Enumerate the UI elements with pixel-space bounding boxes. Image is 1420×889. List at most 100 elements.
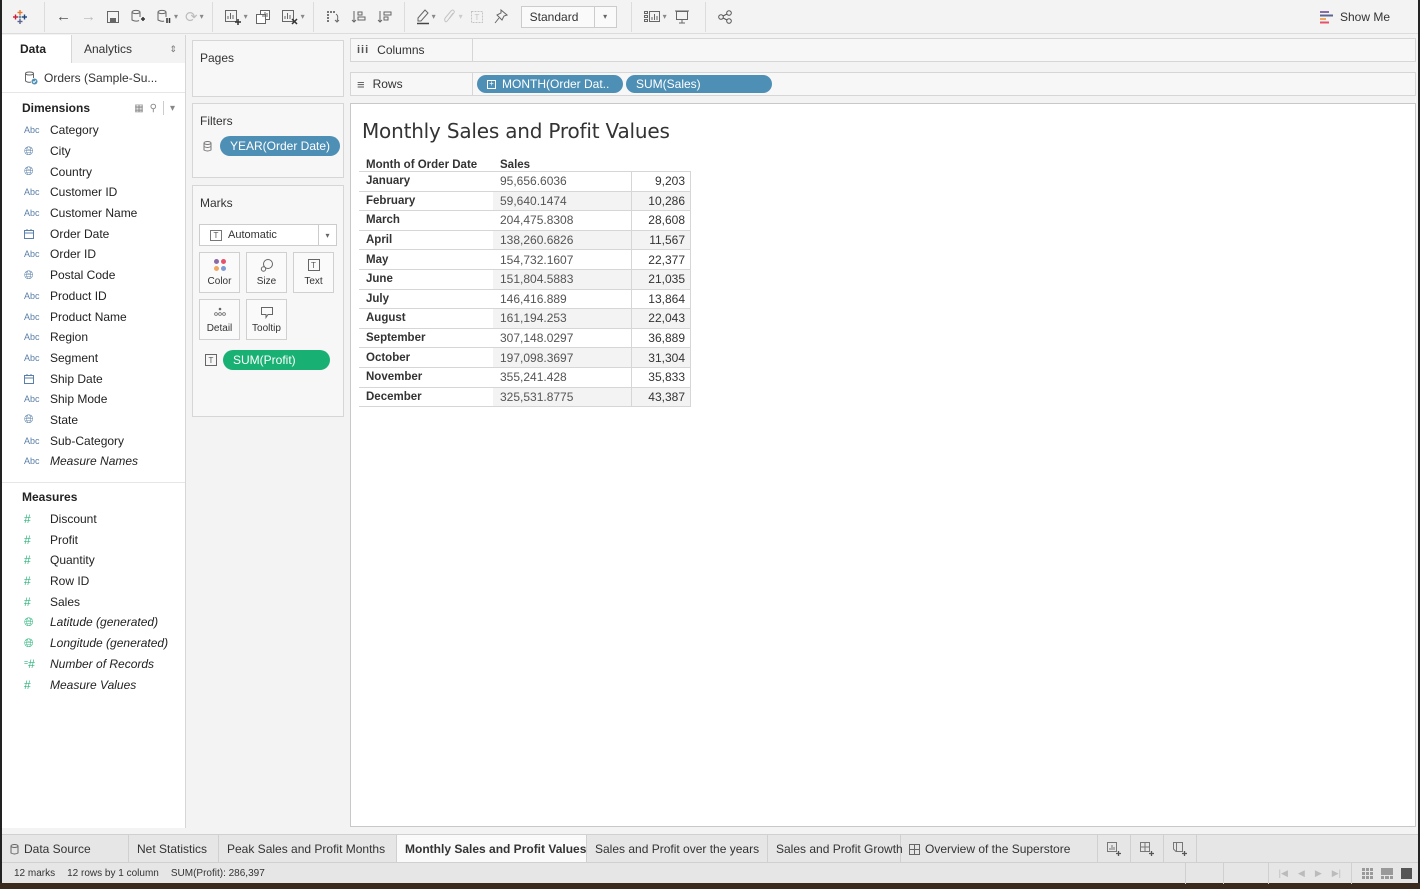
dimensions-menu-caret-icon[interactable]: ▾ — [170, 103, 175, 114]
prev-sheet-icon[interactable]: ◀ — [1298, 868, 1305, 879]
cell-profit[interactable]: 35,833 — [631, 367, 691, 387]
tab-analytics[interactable]: Analytics ⇕ — [71, 35, 185, 63]
cell-month[interactable]: February — [359, 195, 493, 207]
cell-month[interactable]: June — [359, 273, 493, 285]
show-cards-caret-icon[interactable]: ▾ — [663, 12, 667, 21]
new-worksheet-icon[interactable] — [219, 0, 247, 34]
cell-sales[interactable]: 95,656.6036 — [493, 172, 631, 191]
cell-month[interactable]: September — [359, 332, 493, 344]
cell-profit[interactable]: 9,203 — [631, 172, 691, 191]
marks-text-button[interactable]: T Text — [293, 252, 334, 293]
mark-type-select[interactable]: T Automatic ▾ — [199, 224, 337, 246]
field-number-of-records[interactable]: = # Number of Records — [2, 654, 185, 675]
sheet-tab-sales-and-profit-over-the-years[interactable]: Sales and Profit over the years — [587, 835, 768, 863]
text-encoding-icon[interactable]: T — [205, 354, 217, 366]
field-ship-mode[interactable]: Abc Ship Mode — [2, 389, 185, 410]
new-worksheet-tab-icon[interactable] — [1098, 835, 1131, 863]
field-country[interactable]: 🌐︎ Country — [2, 161, 185, 182]
cell-sales[interactable]: 59,640.1474 — [493, 191, 631, 211]
pages-card[interactable]: Pages — [192, 40, 344, 97]
sheet-tab-sales-and-profit-growth[interactable]: Sales and Profit Growth — [768, 835, 903, 863]
field-row-id[interactable]: # Row ID — [2, 571, 185, 592]
field-customer-id[interactable]: Abc Customer ID — [2, 182, 185, 203]
view-data-grid-icon[interactable]: ▦ — [134, 103, 143, 114]
field-measure-names[interactable]: Abc Measure Names — [2, 451, 185, 472]
field-sales[interactable]: # Sales — [2, 591, 185, 612]
cell-sales[interactable]: 146,416.889 — [493, 290, 631, 309]
cell-month[interactable]: August — [359, 312, 493, 324]
field-ship-date[interactable]: Ship Date — [2, 368, 185, 389]
marks-tooltip-button[interactable]: Tooltip — [246, 299, 287, 340]
cell-sales[interactable]: 197,098.3697 — [493, 348, 631, 367]
field-segment[interactable]: Abc Segment — [2, 348, 185, 369]
last-sheet-icon[interactable]: ▶| — [1332, 868, 1341, 879]
header-sales[interactable]: Sales — [493, 159, 631, 171]
cell-month[interactable]: May — [359, 254, 493, 266]
rows-pill-sum-sales[interactable]: SUM(Sales) — [626, 75, 772, 93]
sheet-tab-monthly-sales-and-profit-values[interactable]: Monthly Sales and Profit Values — [397, 835, 587, 863]
field-postal-code[interactable]: 🌐︎ Postal Code — [2, 265, 185, 286]
new-datasource-icon[interactable] — [125, 0, 151, 34]
sheet-tab-peak-sales-and-profit-months[interactable]: Peak Sales and Profit Months — [219, 835, 397, 863]
field-customer-name[interactable]: Abc Customer Name — [2, 203, 185, 224]
cell-month[interactable]: October — [359, 352, 493, 364]
cell-sales[interactable]: 325,531.8775 — [493, 387, 631, 407]
cell-month[interactable]: January — [359, 175, 493, 187]
search-icon[interactable]: ⚲ — [150, 103, 157, 114]
field-profit[interactable]: # Profit — [2, 529, 185, 550]
field-measure-values[interactable]: # Measure Values — [2, 674, 185, 695]
table-row[interactable]: May 154,732.1607 22,377 — [359, 250, 691, 270]
header-month[interactable]: Month of Order Date — [359, 159, 493, 171]
cell-profit[interactable]: 43,387 — [631, 387, 691, 407]
field-order-id[interactable]: Abc Order ID — [2, 244, 185, 265]
marks-color-button[interactable]: Color — [199, 252, 240, 293]
sort-ascending-icon[interactable] — [346, 0, 372, 34]
marks-detail-button[interactable]: Detail — [199, 299, 240, 340]
swap-rows-columns-icon[interactable] — [320, 0, 346, 34]
field-product-id[interactable]: Abc Product ID — [2, 286, 185, 307]
cell-sales[interactable]: 204,475.8308 — [493, 211, 631, 230]
cell-profit[interactable]: 28,608 — [631, 211, 691, 230]
sheet-tab-overview-of-the-superstore[interactable]: Overview of the Superstore — [901, 835, 1098, 863]
show-cards-icon[interactable] — [638, 0, 666, 34]
field-sub-category[interactable]: Abc Sub-Category — [2, 430, 185, 451]
show-labels-icon[interactable]: T — [465, 0, 489, 34]
tab-data[interactable]: Data — [2, 35, 71, 63]
fix-axes-pin-icon[interactable] — [489, 0, 513, 34]
refresh-dropdown-caret-icon[interactable]: ▾ — [200, 12, 204, 21]
highlight-caret-icon[interactable]: ▾ — [432, 12, 436, 21]
marks-pill-sum-profit[interactable]: SUM(Profit) — [223, 350, 330, 370]
table-row[interactable]: November 355,241.428 35,833 — [359, 367, 691, 388]
new-story-tab-icon[interactable] — [1164, 835, 1197, 863]
tableau-logo-icon[interactable] — [2, 9, 38, 25]
redo-arrow-icon[interactable]: → — [76, 0, 101, 34]
columns-drop-zone[interactable] — [473, 39, 1415, 61]
field-quantity[interactable]: # Quantity — [2, 550, 185, 571]
cell-sales[interactable]: 355,241.428 — [493, 368, 631, 387]
table-row[interactable]: December 325,531.8775 43,387 — [359, 387, 691, 408]
cell-profit[interactable]: 22,043 — [631, 309, 691, 328]
presentation-mode-icon[interactable] — [669, 0, 695, 34]
table-row[interactable]: January 95,656.6036 9,203 — [359, 172, 691, 192]
datasource-item[interactable]: Orders (Sample-Su... — [2, 63, 185, 93]
clear-sheet-caret-icon[interactable]: ▾ — [301, 12, 305, 21]
filter-pill-year-order-date[interactable]: YEAR(Order Date) — [220, 136, 341, 156]
cell-profit[interactable]: 11,567 — [631, 230, 691, 250]
share-icon[interactable] — [712, 0, 738, 34]
field-longitude-generated[interactable]: 🌐︎ Longitude (generated) — [2, 633, 185, 654]
show-me-button[interactable]: Show Me — [1319, 0, 1390, 34]
cell-profit[interactable]: 36,889 — [631, 328, 691, 348]
cell-profit[interactable]: 21,035 — [631, 269, 691, 289]
field-product-name[interactable]: Abc Product Name — [2, 306, 185, 327]
cell-profit[interactable]: 22,377 — [631, 250, 691, 269]
cell-month[interactable]: March — [359, 214, 493, 226]
cell-sales[interactable]: 307,148.0297 — [493, 329, 631, 348]
field-order-date[interactable]: Order Date — [2, 223, 185, 244]
table-row[interactable]: April 138,260.6826 11,567 — [359, 230, 691, 251]
table-row[interactable]: September 307,148.0297 36,889 — [359, 328, 691, 349]
new-dashboard-tab-icon[interactable] — [1131, 835, 1164, 863]
table-row[interactable]: August 161,194.253 22,043 — [359, 309, 691, 329]
cell-month[interactable]: December — [359, 391, 493, 403]
table-row[interactable]: July 146,416.889 13,864 — [359, 289, 691, 310]
table-row[interactable]: February 59,640.1474 10,286 — [359, 191, 691, 212]
